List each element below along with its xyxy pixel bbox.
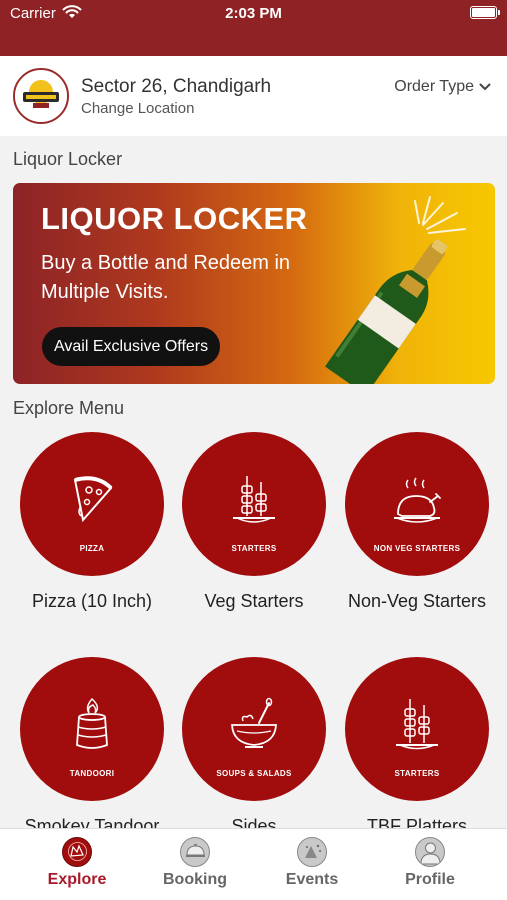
skewer-icon <box>233 476 275 523</box>
tab-explore[interactable]: Explore <box>27 837 127 889</box>
skewer-icon <box>396 699 438 750</box>
menu-label: Pizza (10 Inch) <box>31 591 153 611</box>
menu-caption: STARTERS <box>231 544 277 553</box>
events-icon <box>297 837 327 867</box>
location-bar: Sector 26, Chandigarh Change Location Or… <box>0 56 507 136</box>
menu-circle: TANDOORI <box>20 657 164 801</box>
menu-circle: PIZZA <box>20 432 164 576</box>
profile-icon <box>415 837 445 867</box>
clock: 2:03 PM <box>225 5 282 22</box>
liquor-section-title: Liquor Locker <box>13 149 123 169</box>
order-type-label: Order Type <box>394 78 474 95</box>
menu-label: Non-Veg Starters <box>347 591 487 611</box>
banner-title: LIQUOR LOCKER <box>41 201 308 236</box>
tab-bar: Explore Booking Events Profile <box>0 828 507 900</box>
location-title: Sector 26, Chandigarh <box>81 76 272 97</box>
tab-label: Profile <box>405 871 455 888</box>
menu-item-veg-starters[interactable]: STARTERS Veg Starters <box>179 432 329 612</box>
menu-circle: NON VEG STARTERS <box>345 432 489 576</box>
tab-label: Explore <box>47 871 107 888</box>
menu-item-sides[interactable]: SOUPS & SALADS Sides <box>179 657 329 837</box>
pizza-icon <box>73 476 113 523</box>
tab-label: Booking <box>163 871 227 888</box>
chevron-down-icon <box>479 83 491 91</box>
restaurant-logo <box>13 68 69 124</box>
tandoor-icon <box>76 697 108 749</box>
tab-label: Events <box>285 871 339 888</box>
menu-caption: SOUPS & SALADS <box>216 769 292 778</box>
avail-offers-button[interactable]: Avail Exclusive Offers <box>42 327 221 366</box>
menu-item-tbf-platters[interactable]: STARTERS TBF Platters <box>342 657 492 837</box>
menu-caption: PIZZA <box>79 544 105 553</box>
menu-circle: SOUPS & SALADS <box>182 657 326 801</box>
status-bar: Carrier 2:03 PM <box>0 0 507 56</box>
champagne-bottle-icon <box>325 196 466 384</box>
change-location-link[interactable]: Change Location <box>81 100 194 117</box>
menu-caption: NON VEG STARTERS <box>373 544 461 553</box>
menu-item-non-veg-starters[interactable]: NON VEG STARTERS Non-Veg Starters <box>342 432 492 612</box>
soup-bowl-icon <box>231 697 277 748</box>
menu-label: Veg Starters <box>204 591 304 611</box>
explore-section-title: Explore Menu <box>13 398 125 418</box>
tab-events[interactable]: Events <box>262 837 362 889</box>
explore-icon <box>62 837 92 867</box>
cloche-icon <box>180 837 210 867</box>
menu-circle: STARTERS <box>182 432 326 576</box>
menu-caption: TANDOORI <box>69 769 115 778</box>
menu-caption: STARTERS <box>394 769 440 778</box>
roast-chicken-icon <box>394 477 441 523</box>
liquor-locker-banner[interactable]: LIQUOR LOCKER Buy a Bottle and Redeem in… <box>13 183 495 384</box>
tab-profile[interactable]: Profile <box>380 837 480 889</box>
menu-item-smokey-tandoor[interactable]: TANDOORI Smokey Tandoor <box>17 657 167 837</box>
tab-booking[interactable]: Booking <box>145 837 245 889</box>
menu-item-pizza[interactable]: PIZZA Pizza (10 Inch) <box>17 432 167 612</box>
battery-icon <box>470 6 500 19</box>
order-type-dropdown[interactable]: Order Type <box>394 78 491 96</box>
menu-circle: STARTERS <box>345 657 489 801</box>
